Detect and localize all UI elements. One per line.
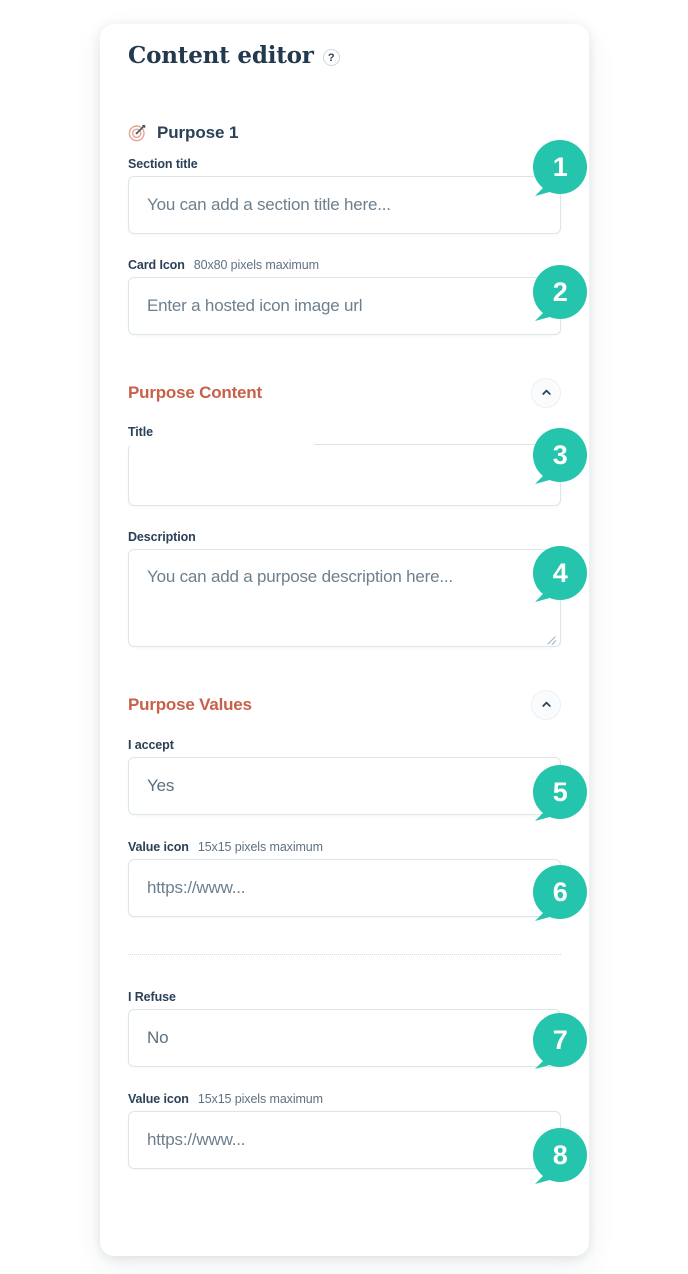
callout-badge-2[interactable]: 2	[533, 265, 595, 327]
i-accept-label: I accept	[128, 737, 174, 752]
card-icon-input[interactable]: Enter a hosted icon image url	[128, 276, 561, 335]
field-title: Title	[128, 425, 561, 506]
callout-badge-6[interactable]: 6	[533, 865, 595, 927]
accept-value-icon-hint: 15x15 pixels maximum	[197, 839, 323, 854]
section-title-input[interactable]: You can add a section title here...	[128, 175, 561, 234]
resize-handle-icon[interactable]	[546, 632, 557, 643]
i-accept-input[interactable]: Yes	[128, 756, 561, 815]
callout-badge-7[interactable]: 7	[533, 1013, 595, 1075]
purpose-content-collapse-button[interactable]	[531, 377, 561, 408]
field-i-refuse: I Refuse No	[128, 990, 561, 1067]
callout-number: 4	[552, 557, 568, 588]
field-label-row: Description	[128, 530, 561, 544]
section-purpose-values-header: Purpose Values	[128, 689, 561, 720]
field-i-accept: I accept Yes	[128, 738, 561, 815]
callout-number: 1	[552, 151, 568, 182]
description-textarea[interactable]: You can add a purpose description here..…	[128, 548, 561, 647]
content-editor-card: Content editor ? Purpose 1 Section title	[100, 24, 589, 1256]
description-placeholder: You can add a purpose description here..…	[147, 566, 453, 586]
page-title: Content editor	[128, 42, 314, 69]
refuse-value-icon-hint: 15x15 pixels maximum	[197, 1091, 323, 1106]
description-label: Description	[128, 529, 196, 544]
purpose-values-collapse-button[interactable]	[531, 689, 561, 720]
callout-badge-4[interactable]: 4	[533, 546, 595, 608]
purpose-content-title: Purpose Content	[128, 382, 262, 402]
refuse-value-icon-input[interactable]: https://www...	[128, 1110, 561, 1169]
card-header: Content editor ?	[128, 24, 561, 70]
callout-badge-1[interactable]: 1	[533, 140, 595, 202]
field-card-icon: Card Icon 80x80 pixels maximum Enter a h…	[128, 258, 561, 335]
accept-value-icon-input[interactable]: https://www...	[128, 858, 561, 917]
field-label-row: Title	[128, 425, 561, 439]
field-label-row: I Refuse	[128, 990, 561, 1004]
card-content: Content editor ? Purpose 1 Section title	[128, 24, 561, 1169]
field-label-row: I accept	[128, 738, 561, 752]
field-label-row: Section title	[128, 157, 561, 171]
field-description: Description You can add a purpose descri…	[128, 530, 561, 647]
card-icon-label: Card Icon	[128, 257, 185, 272]
field-label-row: Value icon 15x15 pixels maximum	[128, 1092, 561, 1106]
target-dart-icon	[128, 123, 147, 142]
section-title-label: Section title	[128, 156, 198, 171]
field-refuse-value-icon: Value icon 15x15 pixels maximum https://…	[128, 1092, 561, 1169]
callout-badge-8[interactable]: 8	[533, 1128, 595, 1190]
refuse-value-icon-label: Value icon	[128, 1091, 189, 1106]
title-input[interactable]	[128, 443, 561, 506]
field-accept-value-icon: Value icon 15x15 pixels maximum https://…	[128, 840, 561, 917]
callout-number: 2	[552, 276, 568, 307]
accept-value-icon-label: Value icon	[128, 839, 189, 854]
i-refuse-input[interactable]: No	[128, 1008, 561, 1067]
card-icon-hint: 80x80 pixels maximum	[193, 257, 319, 272]
callout-badge-5[interactable]: 5	[533, 765, 595, 827]
title-label: Title	[128, 424, 153, 439]
i-refuse-label: I Refuse	[128, 989, 176, 1004]
field-label-row: Card Icon 80x80 pixels maximum	[128, 258, 561, 272]
callout-badge-3[interactable]: 3	[533, 428, 595, 490]
callout-number: 7	[552, 1024, 568, 1055]
field-label-row: Value icon 15x15 pixels maximum	[128, 840, 561, 854]
field-section-title: Section title You can add a section titl…	[128, 157, 561, 234]
chevron-up-icon	[541, 701, 551, 707]
section-divider	[128, 953, 561, 955]
chevron-up-icon	[541, 389, 551, 395]
callout-number: 6	[552, 876, 568, 907]
callout-number: 5	[552, 776, 568, 807]
purpose-label: Purpose 1	[157, 122, 239, 142]
purpose-heading: Purpose 1	[128, 123, 561, 143]
section-purpose-content-header: Purpose Content	[128, 377, 561, 408]
help-icon[interactable]: ?	[322, 49, 340, 67]
callout-number: 8	[552, 1139, 568, 1170]
purpose-values-title: Purpose Values	[128, 694, 252, 714]
callout-number: 3	[552, 439, 568, 470]
